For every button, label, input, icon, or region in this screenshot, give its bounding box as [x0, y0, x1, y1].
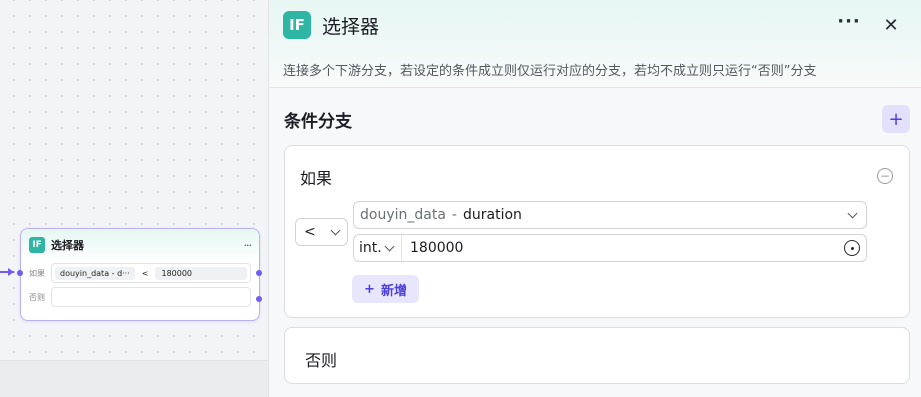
panel-description: 连接多个下游分支，若设定的条件成立则仅运行对应的分支，若均不成立则只运行“否则”…: [283, 64, 817, 79]
node-if-label: 如果: [29, 268, 45, 278]
if-icon: IF: [283, 11, 311, 39]
node-else-box: [51, 287, 251, 307]
incoming-edge-arrow: [8, 268, 14, 276]
canvas-bottom-area: [0, 360, 268, 397]
add-branch-button[interactable]: +: [882, 105, 910, 133]
node-operator: <: [141, 268, 149, 278]
node-condition: douyin_data - d··· < 180000: [51, 263, 251, 283]
node-else-row: 否则: [21, 285, 259, 309]
selector-node-header: IF 选择器 ···: [21, 229, 259, 261]
chevron-down-icon: [384, 241, 395, 251]
operator-select[interactable]: <: [295, 218, 348, 246]
node-config-panel: IF 选择器 ··· ✕ 连接多个下游分支，若设定的条件成立则仅运行对应的分支，…: [268, 0, 921, 397]
selector-node[interactable]: IF 选择器 ··· 如果 douyin_data - d··· < 18000…: [17, 228, 262, 321]
add-condition-label: 新增: [380, 283, 407, 299]
remove-branch-icon[interactable]: −: [877, 168, 893, 184]
value-type-select[interactable]: int.: [354, 235, 402, 261]
if-branch-label: 如果: [300, 169, 333, 188]
panel-header: IF 选择器 ··· ✕ 连接多个下游分支，若设定的条件成立则仅运行对应的分支，…: [269, 0, 921, 88]
variable-node-name: douyin_data: [360, 207, 446, 223]
if-branch-card: 如果 − < douyin_data - duration int. + 新增: [284, 145, 910, 318]
value-input[interactable]: [402, 240, 844, 256]
node-else-label: 否则: [29, 292, 45, 302]
plus-icon: +: [364, 281, 375, 297]
else-output-port[interactable]: [256, 296, 262, 302]
node-value: 180000: [155, 266, 247, 280]
variable-picker-icon[interactable]: [844, 240, 860, 256]
variable-field-name: duration: [462, 207, 522, 223]
variable-separator: -: [451, 207, 457, 223]
input-port[interactable]: [17, 270, 23, 276]
panel-title: 选择器: [322, 15, 380, 38]
node-more-icon[interactable]: ···: [244, 239, 252, 252]
else-branch-label: 否则: [305, 351, 338, 370]
if-output-port[interactable]: [256, 270, 262, 276]
workflow-canvas[interactable]: IF 选择器 ··· 如果 douyin_data - d··· < 18000…: [0, 0, 268, 397]
operator-value: <: [304, 224, 316, 240]
node-variable-chip: douyin_data - d···: [55, 266, 135, 280]
value-row: int.: [353, 234, 867, 262]
add-condition-button[interactable]: + 新增: [352, 275, 419, 303]
chevron-down-icon: [330, 225, 341, 235]
section-title: 条件分支: [284, 111, 352, 132]
selector-node-title: 选择器: [51, 239, 84, 252]
chevron-down-icon: [847, 208, 858, 218]
if-icon: IF: [29, 237, 45, 253]
node-if-row: 如果 douyin_data - d··· < 180000: [21, 261, 259, 285]
else-branch-card: 否则: [284, 327, 910, 384]
close-icon[interactable]: ✕: [877, 11, 905, 39]
more-options-icon[interactable]: ···: [835, 7, 863, 35]
variable-select[interactable]: douyin_data - duration: [353, 201, 867, 229]
value-type: int.: [359, 240, 382, 256]
